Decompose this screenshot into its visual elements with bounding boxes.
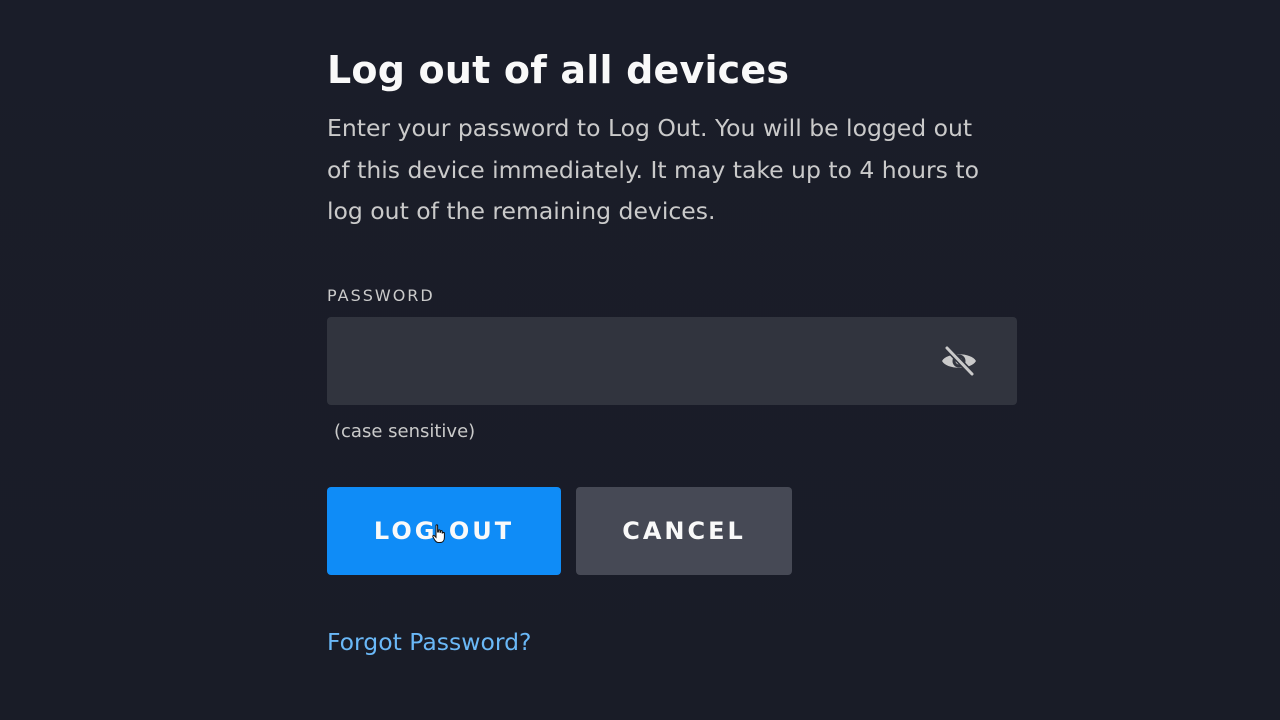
eye-slash-icon[interactable] [939,344,979,377]
case-sensitive-hint: (case sensitive) [334,420,476,442]
logout-button[interactable]: LOG OUT [327,486,561,575]
description-text: Enter your password to Log Out. You will… [327,114,979,225]
action-buttons: LOG OUT CANCEL [327,486,1017,575]
password-label: PASSWORD [327,285,435,305]
logout-all-devices-page: Log out of all devices Enter your passwo… [0,0,1280,720]
password-field-container [327,316,1017,405]
cancel-button[interactable]: CANCEL [576,486,792,575]
logout-dialog: Log out of all devices Enter your passwo… [327,44,1017,657]
forgot-password-link[interactable]: Forgot Password? [327,627,532,657]
page-title: Log out of all devices [327,48,790,92]
password-input[interactable] [327,316,1017,405]
